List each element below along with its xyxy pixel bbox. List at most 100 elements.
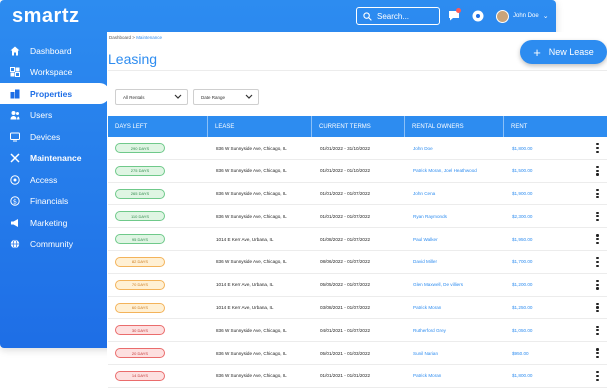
table-row[interactable]: 60 DAYS 1014 E Kerr Ave, Urbana, IL 03/08/… bbox=[108, 297, 607, 320]
main-content: Dashboard > Maintenance Leasing + New Le… bbox=[107, 32, 607, 390]
table-row[interactable]: 110 DAYS 836 W Sunnyside Ave, Chicago, IL… bbox=[108, 205, 607, 229]
table-row[interactable]: 95 DAYS 1014 E Kerr Ave, Urbana, IL 01/08/… bbox=[108, 228, 607, 251]
row-actions-button[interactable] bbox=[596, 251, 599, 273]
chevron-down-icon: ⌄ bbox=[542, 13, 549, 20]
table-row[interactable]: 14 DAYS 836 W Sunnyside Ave, Chicago, IL 0… bbox=[108, 365, 607, 388]
owner-link[interactable]: Rutherford Grey bbox=[413, 319, 446, 341]
terms-cell: 04/01/2021 - 01/07/2022 bbox=[320, 327, 371, 333]
owner-link[interactable]: Patrick Moran bbox=[413, 365, 441, 387]
owner-link[interactable]: David Miller bbox=[413, 251, 437, 273]
owner-link[interactable]: John Doe bbox=[413, 137, 433, 159]
table-row[interactable]: 20 DAYS 836 W Sunnyside Ave, Chicago, IL 0… bbox=[108, 342, 607, 365]
days-left-cell: 95 DAYS bbox=[115, 228, 165, 250]
lease-cell: 836 W Sunnyside Ave, Chicago, IL bbox=[216, 327, 287, 333]
row-actions-button[interactable] bbox=[596, 319, 599, 341]
app-logo[interactable]: smartz bbox=[12, 5, 79, 28]
more-vertical-icon bbox=[596, 211, 599, 222]
days-left-badge: 82 DAYS bbox=[115, 256, 165, 267]
rent-link[interactable]: $1,900.00 bbox=[512, 183, 532, 205]
more-vertical-icon bbox=[596, 348, 599, 358]
settings-button[interactable] bbox=[470, 8, 485, 23]
sidebar-item-maintenance[interactable]: Maintenance bbox=[0, 148, 110, 169]
sidebar-item-financials[interactable]: $ Financials bbox=[0, 191, 110, 212]
marketing-icon bbox=[11, 218, 18, 227]
more-vertical-icon bbox=[596, 371, 599, 381]
sidebar-item-users[interactable]: Users bbox=[0, 105, 110, 126]
breadcrumb-current[interactable]: Maintenance bbox=[136, 35, 162, 40]
chat-button[interactable] bbox=[446, 8, 461, 23]
row-actions-button[interactable] bbox=[596, 205, 599, 227]
days-left-cell: 110 DAYS bbox=[115, 205, 165, 227]
rent-link[interactable]: $1,050.00 bbox=[512, 319, 532, 341]
column-header-current-terms[interactable]: CURRENT TERMS bbox=[312, 116, 405, 137]
rent-link[interactable]: $1,250.00 bbox=[512, 297, 532, 319]
row-actions-button[interactable] bbox=[596, 365, 599, 387]
days-left-badge: 14 DAYS bbox=[115, 370, 165, 381]
rentals-filter-select[interactable]: All Rentals bbox=[115, 89, 188, 105]
lease-cell: 836 W Sunnyside Ave, Chicago, IL bbox=[216, 191, 287, 197]
sidebar-item-properties[interactable]: Properties bbox=[0, 83, 110, 104]
table-row[interactable]: 290 DAYS 836 W Sunnyside Ave, Chicago, IL… bbox=[108, 137, 607, 160]
top-bar: smartz Search... John Doe ⌄ bbox=[0, 0, 556, 32]
rent-link[interactable]: $1,800.00 bbox=[512, 365, 532, 387]
days-left-cell: 290 DAYS bbox=[115, 137, 165, 159]
search-input[interactable]: Search... bbox=[356, 7, 440, 25]
chevron-down-icon bbox=[174, 94, 182, 99]
new-lease-button[interactable]: + New Lease bbox=[520, 40, 607, 64]
lease-cell: 836 W Sunnyside Ave, Chicago, IL bbox=[216, 168, 287, 174]
days-left-badge: 95 DAYS bbox=[115, 234, 165, 245]
sidebar-item-community[interactable]: Community bbox=[0, 234, 110, 255]
rent-link[interactable]: $1,950.00 bbox=[512, 228, 532, 250]
rent-link[interactable]: $1,500.00 bbox=[512, 160, 532, 182]
more-vertical-icon bbox=[596, 188, 599, 199]
table-row[interactable]: 70 DAYS 1014 E Kerr Ave, Urbana, IL 05/05/… bbox=[108, 274, 607, 297]
column-header-days-left[interactable]: DAYS LEFT bbox=[108, 116, 208, 137]
table-row[interactable]: 275 DAYS 836 W Sunnyside Ave, Chicago, IL… bbox=[108, 160, 607, 183]
user-name: John Doe bbox=[513, 13, 539, 19]
column-header-rental-owners[interactable]: RENTAL OWNERS bbox=[405, 116, 504, 137]
lease-cell: 836 W Sunnyside Ave, Chicago, IL bbox=[216, 350, 287, 356]
sidebar-item-access[interactable]: Access bbox=[0, 169, 110, 190]
rent-link[interactable]: $950.00 bbox=[512, 342, 529, 364]
column-header-lease[interactable]: LEASE bbox=[208, 116, 312, 137]
rent-link[interactable]: $2,300.00 bbox=[512, 205, 532, 227]
owner-link[interactable]: Patrick Moran, Joel Heathwood bbox=[413, 160, 477, 182]
breadcrumb-root[interactable]: Dashboard bbox=[109, 35, 131, 40]
terms-cell: 01/08/2022 - 01/07/2022 bbox=[320, 236, 371, 242]
row-actions-button[interactable] bbox=[596, 274, 599, 296]
owner-link[interactable]: John Cena bbox=[413, 183, 435, 205]
terms-cell: 05/05/2022 - 01/07/2022 bbox=[320, 282, 371, 288]
table-row[interactable]: 82 DAYS 836 W Sunnyside Ave, Chicago, IL 0… bbox=[108, 251, 607, 274]
owner-link[interactable]: Patrick Moran bbox=[413, 297, 441, 319]
table-row[interactable]: 30 DAYS 836 W Sunnyside Ave, Chicago, IL 0… bbox=[108, 319, 607, 343]
table-row[interactable]: 265 DAYS 836 W Sunnyside Ave, Chicago, IL… bbox=[108, 183, 607, 206]
user-menu[interactable]: John Doe ⌄ bbox=[496, 8, 549, 24]
owner-link[interactable]: Ryan Raymonds bbox=[413, 205, 447, 227]
row-actions-button[interactable] bbox=[596, 183, 599, 205]
date-range-select[interactable]: Date Range bbox=[193, 89, 259, 105]
sidebar-item-label: Dashboard bbox=[30, 45, 72, 56]
date-range-value: Date Range bbox=[201, 94, 226, 100]
row-actions-button[interactable] bbox=[596, 297, 599, 319]
rent-link[interactable]: $1,800.00 bbox=[512, 137, 532, 159]
more-vertical-icon bbox=[596, 166, 599, 176]
users-icon bbox=[10, 111, 20, 120]
sidebar-item-dashboard[interactable]: Dashboard bbox=[0, 40, 110, 61]
owner-link[interactable]: Glen Maxwell, De villiers bbox=[413, 274, 463, 296]
owner-link[interactable]: Sunil Narian bbox=[413, 342, 438, 364]
more-vertical-icon bbox=[596, 280, 599, 290]
owner-link[interactable]: Paul Walker bbox=[413, 228, 438, 250]
devices-icon bbox=[10, 132, 20, 141]
sidebar-item-marketing[interactable]: Marketing bbox=[0, 212, 110, 233]
column-header-rent[interactable]: RENT bbox=[504, 116, 607, 137]
rent-link[interactable]: $1,700.00 bbox=[512, 251, 532, 273]
row-actions-button[interactable] bbox=[596, 228, 599, 250]
row-actions-button[interactable] bbox=[596, 342, 599, 364]
avatar bbox=[496, 9, 509, 23]
row-actions-button[interactable] bbox=[596, 137, 599, 159]
row-actions-button[interactable] bbox=[596, 160, 599, 182]
sidebar-item-devices[interactable]: Devices bbox=[0, 126, 110, 147]
days-left-cell: 275 DAYS bbox=[115, 160, 165, 182]
sidebar-item-workspace[interactable]: Workspace bbox=[0, 62, 110, 83]
rent-link[interactable]: $1,200.00 bbox=[512, 274, 532, 296]
